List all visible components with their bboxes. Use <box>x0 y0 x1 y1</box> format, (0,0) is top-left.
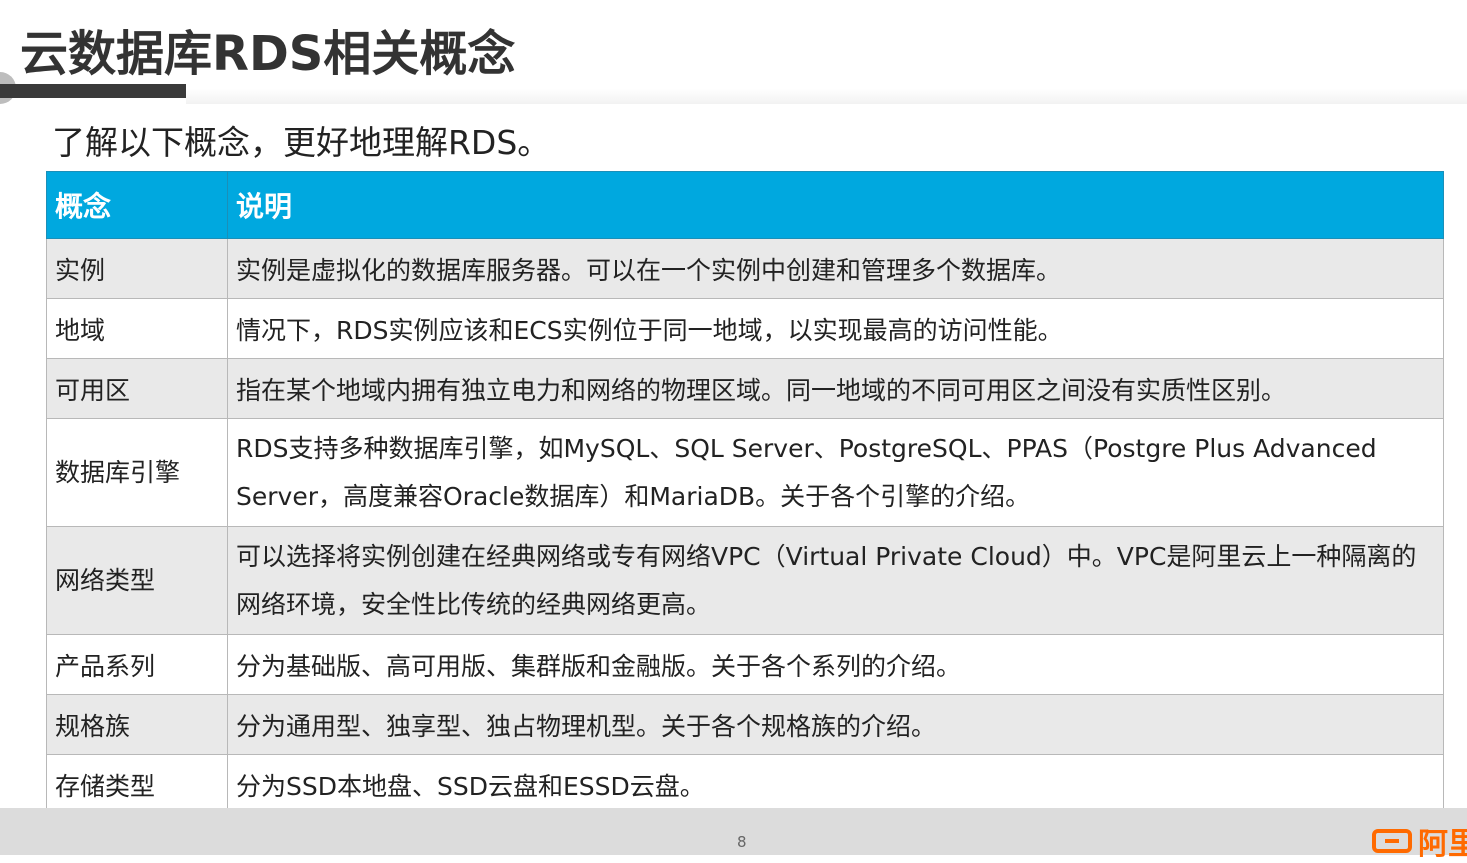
table-row: 规格族 分为通用型、独享型、独占物理机型。关于各个规格族的介绍。 <box>46 694 1444 755</box>
description-cell: 分为基础版、高可用版、集群版和金融版。关于各个系列的介绍。 <box>227 634 1444 695</box>
description-cell: 分为SSD本地盘、SSD云盘和ESSD云盘。 <box>227 754 1444 815</box>
description-cell: 实例是虚拟化的数据库服务器。可以在一个实例中创建和管理多个数据库。 <box>227 238 1444 299</box>
page-subtitle: 了解以下概念，更好地理解RDS。 <box>52 123 551 162</box>
table-row: 实例 实例是虚拟化的数据库服务器。可以在一个实例中创建和管理多个数据库。 <box>46 238 1444 299</box>
concept-cell: 可用区 <box>46 358 228 419</box>
aliyun-logo: 阿里 <box>1372 824 1467 862</box>
description-cell: 分为通用型、独享型、独占物理机型。关于各个规格族的介绍。 <box>227 694 1444 755</box>
column-header-description: 说明 <box>227 171 1444 239</box>
description-cell: 可以选择将实例创建在经典网络或专有网络VPC（Virtual Private C… <box>227 526 1444 635</box>
footer-band <box>0 808 1467 855</box>
concept-cell: 地域 <box>46 298 228 359</box>
page-number: 8 <box>737 833 747 851</box>
concept-cell: 实例 <box>46 238 228 299</box>
concept-cell: 规格族 <box>46 694 228 755</box>
page-title: 云数据库RDS相关概念 <box>20 26 516 82</box>
concepts-table: 概念 说明 实例 实例是虚拟化的数据库服务器。可以在一个实例中创建和管理多个数据… <box>46 171 1444 815</box>
title-underline-bar <box>0 84 186 98</box>
table-row: 存储类型 分为SSD本地盘、SSD云盘和ESSD云盘。 <box>46 754 1444 815</box>
description-cell: 指在某个地域内拥有独立电力和网络的物理区域。同一地域的不同可用区之间没有实质性区… <box>227 358 1444 419</box>
table-row: 地域 情况下，RDS实例应该和ECS实例位于同一地域，以实现最高的访问性能。 <box>46 298 1444 359</box>
aliyun-logo-icon <box>1372 829 1412 853</box>
concept-cell: 产品系列 <box>46 634 228 695</box>
logo-text: 阿里 <box>1418 827 1467 862</box>
description-cell: RDS支持多种数据库引擎，如MySQL、SQL Server、PostgreSQ… <box>227 418 1444 527</box>
concept-cell: 数据库引擎 <box>46 418 228 527</box>
table-row: 数据库引擎 RDS支持多种数据库引擎，如MySQL、SQL Server、Pos… <box>46 418 1444 527</box>
table-row: 网络类型 可以选择将实例创建在经典网络或专有网络VPC（Virtual Priv… <box>46 526 1444 635</box>
table-row: 产品系列 分为基础版、高可用版、集群版和金融版。关于各个系列的介绍。 <box>46 634 1444 695</box>
description-cell: 情况下，RDS实例应该和ECS实例位于同一地域，以实现最高的访问性能。 <box>227 298 1444 359</box>
table-header-row: 概念 说明 <box>46 171 1444 239</box>
column-header-concept: 概念 <box>46 171 228 239</box>
table-row: 可用区 指在某个地域内拥有独立电力和网络的物理区域。同一地域的不同可用区之间没有… <box>46 358 1444 419</box>
concept-cell: 存储类型 <box>46 754 228 815</box>
concept-cell: 网络类型 <box>46 526 228 635</box>
